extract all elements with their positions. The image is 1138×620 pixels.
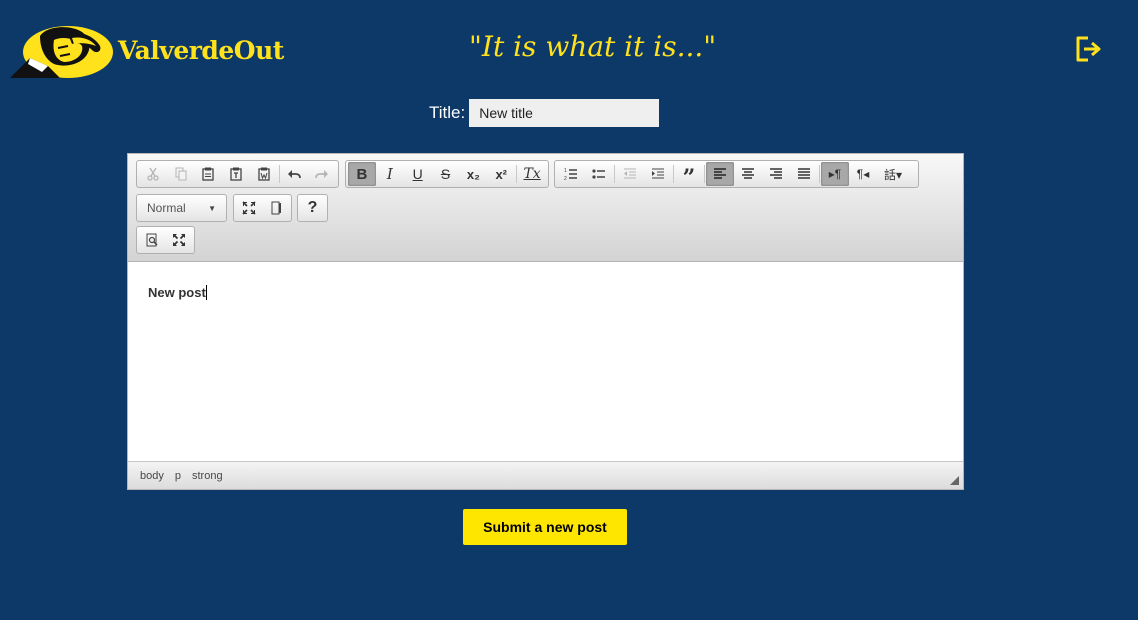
help-icon: ?: [307, 199, 318, 216]
blockquote-icon[interactable]: ”: [675, 162, 703, 189]
brand-name: ValverdeOut: [118, 36, 284, 65]
underline-icon: U: [412, 166, 423, 182]
align-center-icon[interactable]: [734, 162, 762, 186]
language-dropdown-icon[interactable]: 話▾: [877, 162, 909, 186]
paste-icon[interactable]: [194, 162, 222, 186]
numbered-list-icon[interactable]: 12: [557, 162, 585, 186]
chevron-down-icon: ▼: [208, 203, 216, 213]
toolbar-group-clipboard: [136, 160, 339, 188]
show-blocks-icon[interactable]: [263, 196, 290, 220]
superscript-icon: x²: [495, 166, 507, 182]
brand-logo[interactable]: ValverdeOut: [10, 22, 284, 78]
bulleted-list-icon[interactable]: [585, 162, 613, 186]
justify-icon[interactable]: [790, 162, 818, 186]
toolbar-separator: [516, 165, 518, 183]
editor-content-area[interactable]: New post: [128, 263, 963, 462]
logout-icon[interactable]: [1074, 35, 1102, 63]
preview-icon[interactable]: [139, 228, 166, 252]
copy-icon[interactable]: [167, 162, 195, 186]
text-direction-rtl-icon[interactable]: ¶◂: [849, 162, 877, 186]
subscript-button[interactable]: x₂: [459, 162, 487, 186]
path-item-p[interactable]: p: [175, 470, 181, 482]
svg-text:2: 2: [564, 176, 567, 181]
toolbar-separator: [704, 165, 705, 183]
format-combo-value: Normal: [147, 201, 186, 215]
svg-text:1: 1: [564, 168, 567, 174]
editor-elements-path: body p strong: [128, 461, 963, 489]
strikethrough-icon: S: [440, 166, 451, 182]
toolbar-separator: [819, 165, 820, 183]
editor-toolbar: B I U S x₂ x² Tx 12 ” ▸¶ ¶◂ 話▾ Normal ▼ …: [128, 154, 963, 262]
toolbar-group-paragraph: 12 ” ▸¶ ¶◂ 話▾: [554, 160, 919, 189]
strikethrough-button[interactable]: S: [432, 162, 460, 186]
paste-from-word-icon[interactable]: [250, 162, 278, 186]
path-item-strong[interactable]: strong: [192, 470, 223, 482]
editor-paragraph: New post: [148, 285, 207, 300]
remove-format-button[interactable]: Tx: [518, 162, 546, 186]
remove-format-icon: Tx: [523, 166, 541, 182]
cut-icon[interactable]: [139, 162, 167, 186]
toolbar-group-basicstyles: B I U S x₂ x² Tx: [345, 160, 549, 188]
toolbar-group-about: ?: [297, 194, 328, 222]
superscript-button[interactable]: x²: [487, 162, 515, 186]
resize-handle-icon[interactable]: [950, 476, 959, 485]
maximize-icon[interactable]: [236, 196, 263, 220]
italic-button[interactable]: I: [376, 162, 404, 186]
text-direction-ltr-icon[interactable]: ▸¶: [821, 162, 849, 186]
facepalm-man-logo-icon: [10, 26, 113, 78]
align-right-icon[interactable]: [762, 162, 790, 186]
subscript-icon: x₂: [466, 166, 480, 182]
bold-icon: B: [356, 165, 368, 183]
editor-body-text: New post: [148, 285, 206, 300]
redo-icon[interactable]: [308, 162, 336, 186]
italic-icon: I: [386, 165, 393, 183]
title-row: Title:: [429, 99, 660, 127]
title-label: Title:: [429, 103, 466, 122]
underline-button[interactable]: U: [404, 162, 432, 186]
toolbar-separator: [673, 165, 674, 183]
indent-icon[interactable]: [644, 162, 672, 186]
rich-text-editor: B I U S x₂ x² Tx 12 ” ▸¶ ¶◂ 話▾ Normal ▼ …: [127, 153, 964, 490]
submit-post-button[interactable]: Submit a new post: [463, 509, 627, 545]
fullscreen-icon[interactable]: [166, 228, 193, 252]
tagline: "It is what it is...": [469, 30, 717, 63]
bold-button[interactable]: B: [348, 162, 376, 186]
undo-icon[interactable]: [281, 162, 309, 186]
paste-text-icon[interactable]: [222, 162, 250, 186]
toolbar-group-document: [136, 226, 195, 254]
outdent-icon[interactable]: [616, 162, 644, 186]
help-button[interactable]: ?: [300, 196, 325, 220]
format-combo[interactable]: Normal ▼: [136, 194, 227, 222]
toolbar-group-tools: [233, 194, 292, 222]
title-input[interactable]: [469, 99, 660, 127]
toolbar-separator: [278, 165, 280, 183]
text-cursor: [205, 285, 207, 300]
align-left-icon[interactable]: [706, 162, 734, 186]
toolbar-separator: [614, 165, 615, 183]
path-item-body[interactable]: body: [140, 470, 164, 482]
